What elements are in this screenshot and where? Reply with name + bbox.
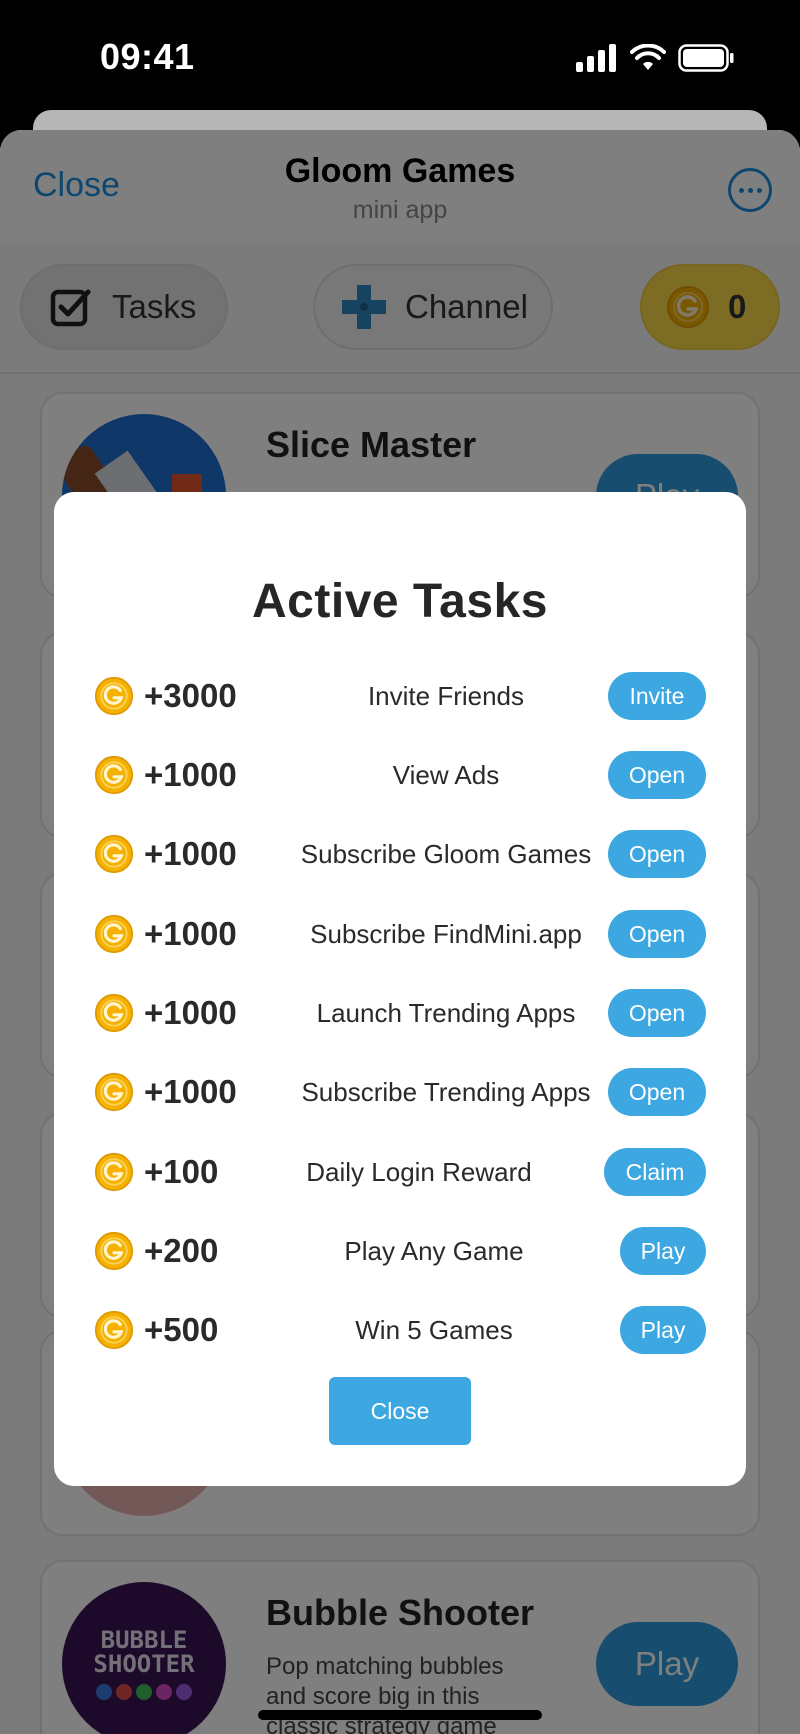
open-button[interactable]: Open [608,830,706,878]
task-row: +1000 View Ads Open [94,745,706,805]
task-reward: +1000 [144,835,237,872]
coin-icon [94,914,134,954]
open-button[interactable]: Open [608,1068,706,1116]
task-name: Subscribe Gloom Games [300,839,592,869]
open-button[interactable]: Open [608,751,706,799]
task-reward: +200 [144,1232,219,1269]
coin-icon [94,1231,134,1271]
task-name: Launch Trending Apps [316,998,576,1028]
open-button[interactable]: Open [608,910,706,958]
task-row: +200 Play Any Game Play [94,1221,706,1281]
task-reward: +1000 [144,1073,237,1110]
play-task-button[interactable]: Play [620,1227,706,1275]
coin-icon [94,993,134,1033]
task-name: Win 5 Games [355,1315,513,1345]
task-row: +500 Win 5 Games Play [94,1300,706,1360]
task-reward: +500 [144,1311,219,1348]
task-row: +1000 Subscribe Trending Apps Open [94,1062,706,1122]
status-bar: 09:41 [0,0,800,118]
coin-icon [94,755,134,795]
signal-icon [576,44,616,72]
task-name: Invite Friends [367,681,525,711]
status-icons [576,44,734,72]
task-name: View Ads [392,760,500,790]
task-reward: +3000 [144,677,237,714]
coin-icon [94,1072,134,1112]
modal-title: Active Tasks [252,575,548,628]
task-name: Subscribe FindMini.app [310,919,582,949]
task-reward: +1000 [144,994,237,1031]
coin-icon [94,1310,134,1350]
play-task-button[interactable]: Play [620,1306,706,1354]
coin-icon [94,1152,134,1192]
wifi-icon [630,44,666,70]
coin-icon [94,834,134,874]
invite-button[interactable]: Invite [608,672,706,720]
task-reward: +1000 [144,915,237,952]
active-tasks-modal: Active Tasks +3000 Invite Friends Invite… [54,492,746,1486]
task-name: Subscribe Trending Apps [301,1077,591,1107]
claim-button[interactable]: Claim [604,1148,706,1196]
task-name: Play Any Game [344,1236,524,1266]
open-button[interactable]: Open [608,989,706,1037]
task-reward: +1000 [144,756,237,793]
task-row: +100 Daily Login Reward Claim [94,1142,706,1202]
home-indicator [258,1710,542,1720]
task-row: +1000 Launch Trending Apps Open [94,983,706,1043]
status-time: 09:41 [100,36,195,77]
task-row: +1000 Subscribe Gloom Games Open [94,824,706,884]
task-reward: +100 [144,1153,219,1190]
task-row: +1000 Subscribe FindMini.app Open [94,904,706,964]
task-name: Daily Login Reward [306,1157,532,1187]
modal-close-button[interactable]: Close [329,1377,471,1445]
coin-icon [94,676,134,716]
battery-icon [678,44,734,72]
task-row: +3000 Invite Friends Invite [94,666,706,726]
